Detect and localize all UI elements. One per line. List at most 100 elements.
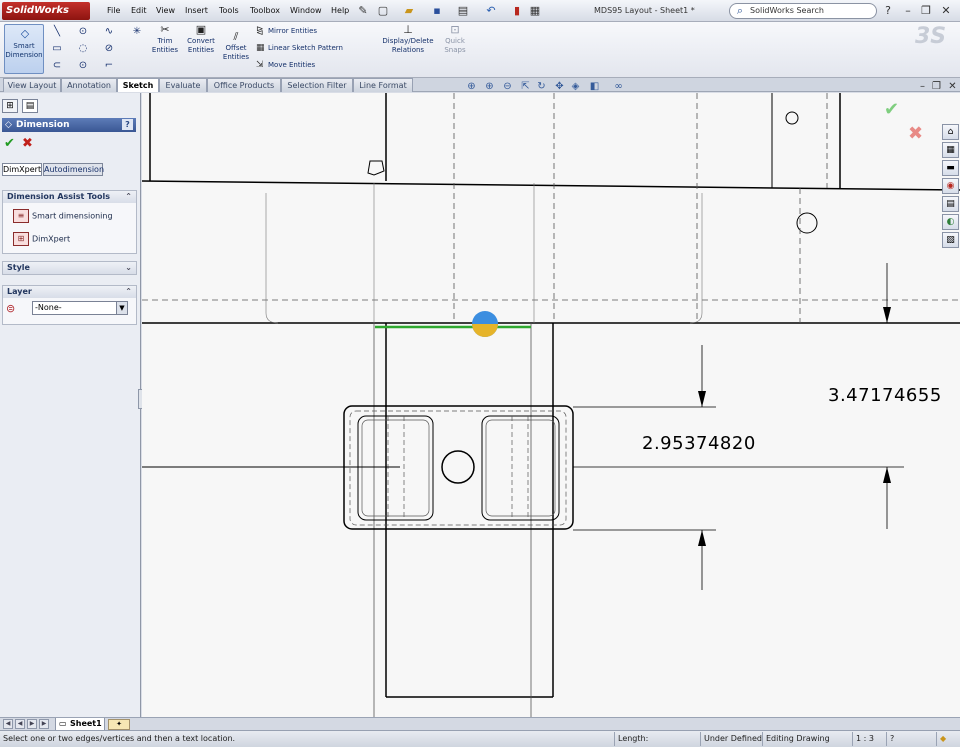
- zoom-area-icon[interactable]: ⊕: [483, 80, 496, 93]
- view-palette-icon[interactable]: ▤: [942, 196, 959, 212]
- save-icon[interactable]: ▪: [430, 4, 444, 18]
- dimension-value-inner[interactable]: 2.95374820: [642, 433, 756, 454]
- move-icon: ⇲: [256, 60, 264, 70]
- move-entities-button[interactable]: ⇲ Move Entities: [256, 60, 315, 71]
- first-sheet-icon[interactable]: ◀: [3, 719, 13, 729]
- pin-icon[interactable]: ✎: [356, 4, 370, 18]
- spline-icon[interactable]: ∿: [102, 26, 116, 38]
- expand-chevron-icon[interactable]: ⌄: [125, 262, 132, 274]
- drawing-canvas[interactable]: 3.47174655 2.95374820 ✔ ✖: [142, 93, 960, 717]
- slot-icon[interactable]: ⊂: [50, 60, 64, 72]
- print-icon[interactable]: ▤: [456, 4, 470, 18]
- tab-view-layout[interactable]: View Layout: [3, 78, 61, 92]
- mirror-entities-button[interactable]: ⧎ Mirror Entities: [256, 26, 317, 37]
- dimension-assist-tools-header[interactable]: Dimension Assist Tools ⌃: [3, 191, 136, 203]
- smart-dimension-button[interactable]: ◇ Smart Dimension: [4, 24, 44, 74]
- tab-sketch[interactable]: Sketch: [117, 78, 159, 92]
- help-button[interactable]: ?: [122, 119, 133, 130]
- circle-icon[interactable]: ⊙: [76, 26, 90, 38]
- layer-select[interactable]: -None- ▼: [32, 301, 128, 315]
- status-scale[interactable]: 1 : 3: [852, 732, 876, 746]
- status-help[interactable]: ?: [886, 732, 902, 746]
- restore-icon[interactable]: ❐: [919, 4, 933, 18]
- menu-window[interactable]: Window: [290, 6, 322, 15]
- solidworks-logo[interactable]: SolidWorks: [2, 2, 90, 20]
- menu-file[interactable]: File: [107, 6, 120, 15]
- zoom-fit-icon[interactable]: ⊕: [465, 80, 478, 93]
- cancel-corner-icon[interactable]: ✖: [908, 123, 923, 144]
- convert-entities-button[interactable]: ▣ Convert Entities: [184, 24, 218, 55]
- library-icon[interactable]: ▦: [942, 142, 959, 158]
- minimize-icon[interactable]: –: [901, 4, 915, 18]
- custom-properties-icon[interactable]: ▧: [942, 232, 959, 248]
- hide-show-icon[interactable]: ∞: [612, 80, 625, 93]
- dimxpert-option[interactable]: ⊞ DimXpert: [13, 232, 70, 246]
- open-icon[interactable]: ▰: [402, 4, 416, 18]
- dimension-value-outer[interactable]: 3.47174655: [828, 385, 942, 406]
- undo-icon[interactable]: ↶: [484, 4, 498, 18]
- view-minimize-icon[interactable]: –: [916, 80, 929, 93]
- collapse-chevron-icon[interactable]: ⌃: [125, 191, 132, 203]
- point-icon[interactable]: ✳: [130, 26, 144, 38]
- tab-autodimension[interactable]: Autodimension: [43, 163, 104, 176]
- feature-manager-tab-icon[interactable]: ⊞: [2, 99, 18, 113]
- trim-entities-button[interactable]: ✂ Trim Entities: [150, 24, 180, 55]
- add-sheet-icon[interactable]: ✦: [108, 719, 130, 730]
- rectangle-icon[interactable]: ▭: [50, 43, 64, 55]
- help-icon[interactable]: ?: [881, 4, 895, 18]
- search-input[interactable]: SolidWorks Search: [729, 3, 877, 19]
- view-restore-icon[interactable]: ❐: [930, 80, 943, 93]
- zoom-previous-icon[interactable]: ⊖: [501, 80, 514, 93]
- dropdown-arrow-icon[interactable]: ▼: [116, 302, 127, 314]
- menu-help[interactable]: Help: [331, 6, 349, 15]
- rotate-icon[interactable]: ↻: [535, 80, 548, 93]
- sheet-icon: ▭: [59, 719, 67, 728]
- section-view-icon[interactable]: ◧: [588, 80, 601, 93]
- file-explorer-icon[interactable]: ▬: [942, 160, 959, 176]
- collapse-chevron-icon[interactable]: ⌃: [125, 286, 132, 298]
- smart-dimensioning-option[interactable]: ≡ Smart dimensioning: [13, 209, 113, 223]
- layer-header[interactable]: Layer ⌃: [3, 286, 136, 298]
- line-icon[interactable]: ╲: [50, 26, 64, 38]
- tab-dimxpert[interactable]: DimXpert: [2, 163, 42, 176]
- new-document-icon[interactable]: ▢: [376, 4, 390, 18]
- display-style-icon[interactable]: ◈: [569, 80, 582, 93]
- next-sheet-icon[interactable]: ▶: [27, 719, 37, 729]
- tab-evaluate[interactable]: Evaluate: [159, 78, 207, 92]
- ellipse-icon[interactable]: ⊘: [102, 43, 116, 55]
- view-close-icon[interactable]: ✕: [946, 80, 959, 93]
- tab-annotation[interactable]: Annotation: [61, 78, 117, 92]
- polygon-icon[interactable]: ⊙: [76, 60, 90, 72]
- tab-selection-filter[interactable]: Selection Filter: [281, 78, 353, 92]
- pan-icon[interactable]: ✥: [553, 80, 566, 93]
- property-manager-tab-icon[interactable]: ▤: [22, 99, 38, 113]
- quick-snaps-button[interactable]: ⊡ Quick Snaps: [440, 24, 470, 55]
- search-results-icon[interactable]: ◉: [942, 178, 959, 194]
- rebuild-status-icon[interactable]: ◆: [936, 732, 954, 746]
- options-icon[interactable]: ▦: [528, 4, 542, 18]
- home-icon[interactable]: ⌂: [942, 124, 959, 140]
- tab-office-products[interactable]: Office Products: [207, 78, 281, 92]
- confirm-check-icon[interactable]: ✔: [884, 99, 899, 120]
- menu-tools[interactable]: Tools: [219, 6, 239, 15]
- cancel-x-icon[interactable]: ✖: [22, 136, 33, 151]
- appearances-icon[interactable]: ◐: [942, 214, 959, 230]
- close-icon[interactable]: ✕: [939, 4, 953, 18]
- offset-entities-button[interactable]: ⫽ Offset Entities: [221, 31, 251, 62]
- ok-check-icon[interactable]: ✔: [4, 136, 15, 151]
- arc-icon[interactable]: ◌: [76, 43, 90, 55]
- style-header[interactable]: Style ⌄: [3, 262, 136, 274]
- linear-sketch-pattern-button[interactable]: ▦ Linear Sketch Pattern: [256, 43, 343, 54]
- menu-toolbox[interactable]: Toolbox: [250, 6, 280, 15]
- dimension-assist-tools-group: Dimension Assist Tools ⌃ ≡ Smart dimensio…: [2, 190, 137, 254]
- menu-edit[interactable]: Edit: [131, 6, 147, 15]
- select-icon[interactable]: ⇱: [519, 80, 532, 93]
- menu-view[interactable]: View: [156, 6, 175, 15]
- prev-sheet-icon[interactable]: ◀: [15, 719, 25, 729]
- display-delete-relations-button[interactable]: ⊥ Display/Delete Relations: [380, 24, 436, 55]
- menu-insert[interactable]: Insert: [185, 6, 208, 15]
- last-sheet-icon[interactable]: ▶: [39, 719, 49, 729]
- fillet-icon[interactable]: ⌐: [102, 60, 116, 72]
- rebuild-icon[interactable]: ▮: [510, 4, 524, 18]
- tab-line-format[interactable]: Line Format: [353, 78, 413, 92]
